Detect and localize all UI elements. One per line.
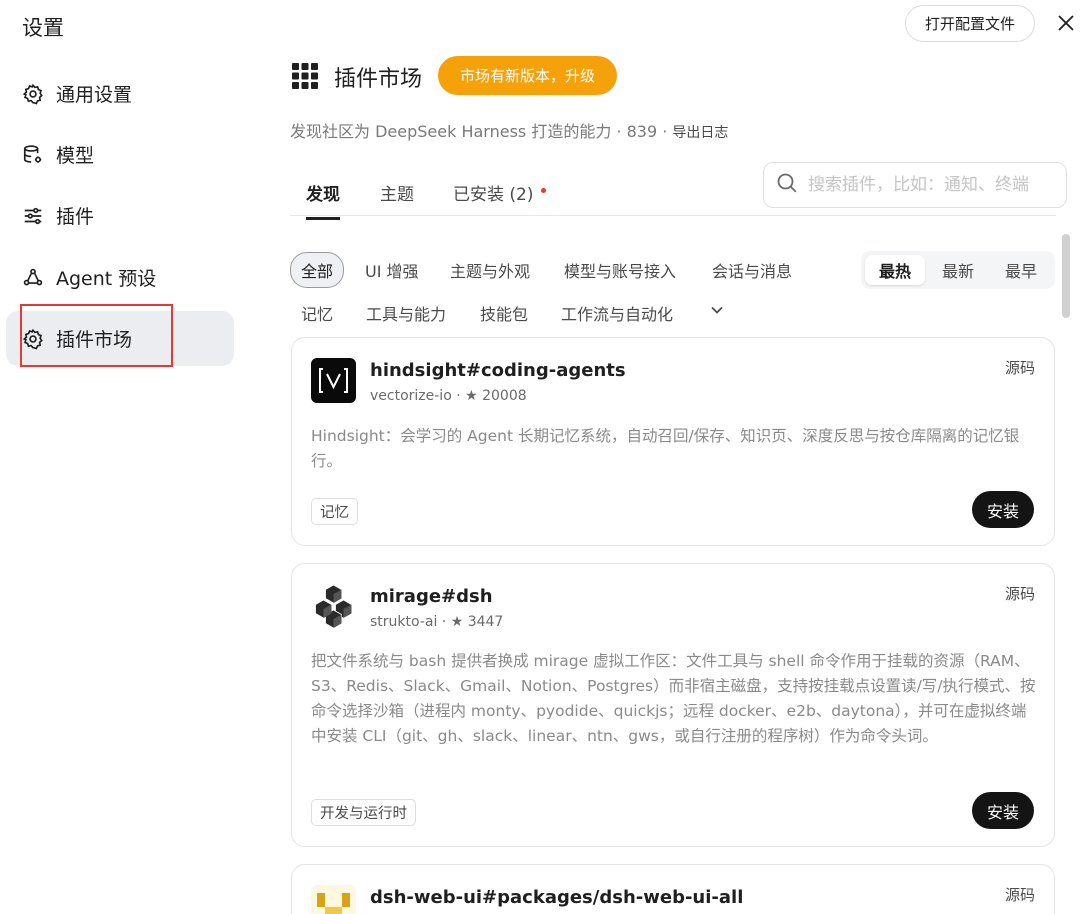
search-box: [763, 162, 1067, 208]
sidebar-item-label: 插件市场: [56, 329, 133, 351]
sort-toggle: 最热 最新 最早: [861, 251, 1055, 289]
sidebar: 设置 通用设置 模型 插件 Agent 预设 插件市场: [0, 0, 250, 914]
chevron-down-icon[interactable]: [709, 302, 725, 322]
sort-newest[interactable]: 最新: [928, 255, 988, 285]
filter-chip-ui[interactable]: UI 增强: [365, 258, 419, 282]
gear-icon: [22, 83, 44, 105]
agent-icon: [22, 267, 44, 289]
close-icon[interactable]: [1054, 11, 1078, 35]
sidebar-item-label: Agent 预设: [56, 268, 157, 290]
sidebar-item-model[interactable]: 模型: [6, 127, 234, 182]
sidebar-item-label: 通用设置: [56, 84, 133, 106]
tab-discover[interactable]: 发现: [306, 180, 340, 220]
plugin-meta: vectorize-io · ★ 20008: [370, 388, 527, 404]
sidebar-item-label: 模型: [56, 145, 95, 167]
sliders-icon: [22, 205, 44, 227]
subtitle-text: 发现社区为 DeepSeek Harness 打造的能力 · 839 ·: [290, 122, 673, 141]
filter-chip-skills[interactable]: 技能包: [480, 301, 528, 325]
settings-title: 设置: [22, 16, 64, 40]
tab-installed[interactable]: 已安装 (2): [453, 180, 533, 217]
sidebar-item-general[interactable]: 通用设置: [6, 66, 234, 121]
plugin-tag: 记忆: [311, 498, 358, 525]
plugin-name[interactable]: dsh-web-ui#packages/dsh-web-ui-all: [370, 887, 743, 908]
plugin-card: mirage#dsh strukto-ai · ★ 3447 源码 把文件系统与…: [291, 563, 1055, 847]
open-config-button[interactable]: 打开配置文件: [905, 5, 1035, 42]
search-input[interactable]: [808, 175, 1066, 195]
plugin-card: dsh-web-ui#packages/dsh-web-ui-all 源码: [291, 864, 1055, 914]
filter-chip-theme[interactable]: 主题与外观: [450, 258, 530, 282]
filter-chip-memory[interactable]: 记忆: [301, 301, 333, 325]
scrollbar-thumb[interactable]: [1062, 234, 1070, 318]
export-log-link[interactable]: 导出日志: [672, 125, 728, 141]
plugin-description: Hindsight：会学习的 Agent 长期记忆系统，自动召回/保存、知识页、…: [311, 427, 1020, 470]
pixel-logo-icon: [311, 885, 356, 914]
notification-dot: [541, 188, 546, 193]
sidebar-item-label: 插件: [56, 206, 95, 228]
plugin-name[interactable]: mirage#dsh: [370, 586, 493, 607]
page-subtitle: 发现社区为 DeepSeek Harness 打造的能力 · 839 · 导出日…: [290, 118, 728, 142]
filter-chip-model-account[interactable]: 模型与账号接入: [564, 258, 676, 282]
page-title: 插件市场: [334, 67, 423, 92]
search-icon: [776, 172, 798, 198]
source-link[interactable]: 源码: [1005, 583, 1035, 604]
grid-icon: [292, 63, 318, 89]
install-button[interactable]: 安装: [972, 491, 1034, 528]
install-button[interactable]: 安装: [972, 792, 1034, 829]
sidebar-item-plugins[interactable]: 插件: [6, 188, 234, 243]
sort-oldest[interactable]: 最早: [991, 255, 1051, 285]
cubes-logo-icon: [311, 584, 356, 629]
tab-themes[interactable]: 主题: [380, 180, 414, 217]
upgrade-button[interactable]: 市场有新版本，升级: [438, 56, 617, 95]
plugin-name[interactable]: hindsight#coding-agents: [370, 360, 626, 381]
filter-chip-session[interactable]: 会话与消息: [712, 258, 792, 282]
plugin-meta: strukto-ai · ★ 3447: [370, 614, 504, 630]
sidebar-item-agent-preset[interactable]: Agent 预设: [6, 250, 234, 305]
source-link[interactable]: 源码: [1005, 884, 1035, 905]
vectorize-logo-icon: [311, 358, 356, 403]
sort-hot[interactable]: 最热: [865, 255, 925, 285]
filter-chip-all[interactable]: 全部: [290, 252, 345, 288]
source-link[interactable]: 源码: [1005, 357, 1035, 378]
gear-icon: [22, 328, 44, 350]
plugin-card: hindsight#coding-agents vectorize-io · ★…: [291, 337, 1055, 546]
filter-chip-workflow[interactable]: 工作流与自动化: [561, 301, 673, 325]
database-icon: [22, 144, 44, 166]
plugin-description: 把文件系统与 bash 提供者换成 mirage 虚拟工作区：文件工具与 she…: [311, 652, 1036, 745]
sidebar-item-plugin-market[interactable]: 插件市场: [6, 311, 234, 366]
plugin-tag: 开发与运行时: [311, 799, 416, 826]
filter-chip-tools[interactable]: 工具与能力: [366, 301, 446, 325]
